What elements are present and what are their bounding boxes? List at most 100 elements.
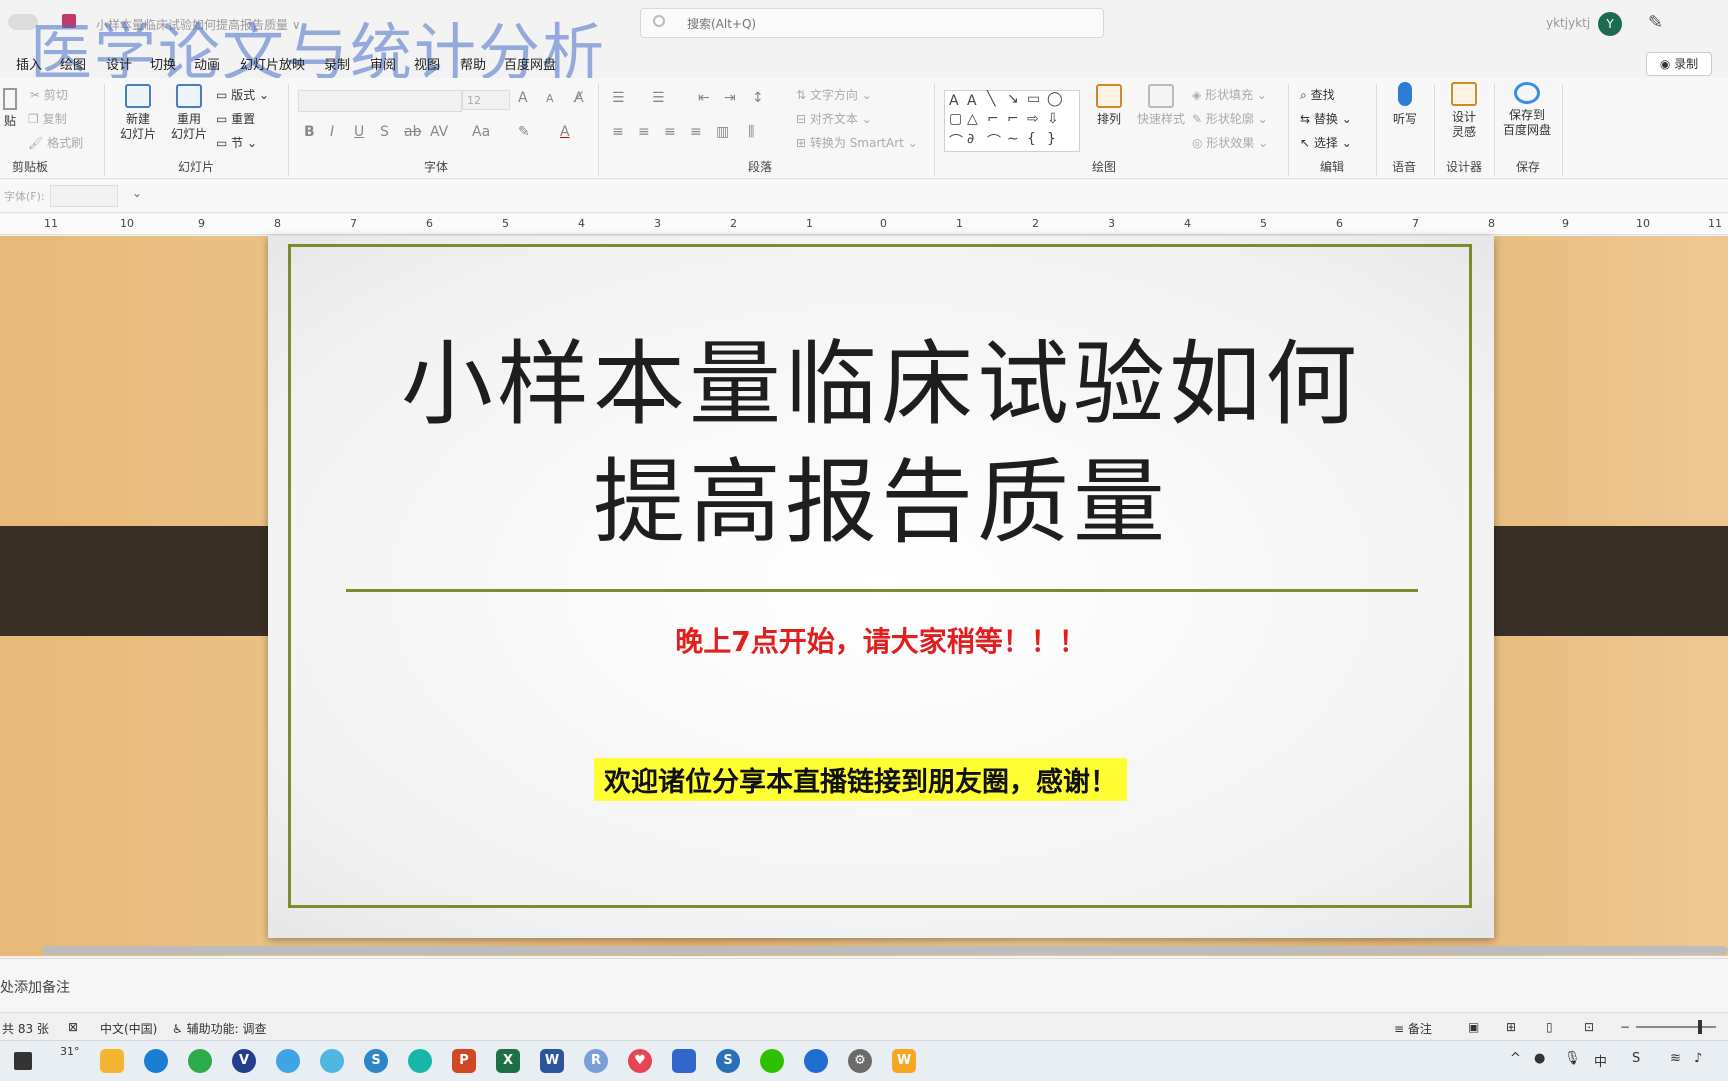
blue-app2-icon[interactable]: S: [716, 1049, 740, 1073]
slide-share-text[interactable]: 欢迎诸位分享本直播链接到朋友圈，感谢！: [594, 758, 1127, 801]
notes-button[interactable]: ≡ 备注: [1394, 1020, 1432, 1037]
reset-button[interactable]: ▭ 重置: [216, 110, 255, 127]
sogou-icon[interactable]: S: [364, 1049, 388, 1073]
reuse-slide-button[interactable]: 重用 幻灯片: [168, 84, 210, 142]
tab-slideshow[interactable]: 幻灯片放映: [240, 54, 305, 73]
globe-icon[interactable]: [276, 1049, 300, 1073]
triangle-shape-icon[interactable]: △: [967, 111, 978, 127]
tab-insert[interactable]: 插入: [16, 54, 42, 73]
increase-indent-icon[interactable]: ⇥: [724, 90, 736, 106]
font-name-select[interactable]: [298, 90, 462, 112]
shape-fill-button[interactable]: ◈ 形状填充 ⌄: [1192, 86, 1267, 103]
shape-outline-button[interactable]: ✎ 形状轮廓 ⌄: [1192, 110, 1268, 127]
format-painter-button[interactable]: 🖌 格式刷: [28, 134, 83, 151]
decrease-indent-icon[interactable]: ⇤: [698, 90, 710, 106]
language-status[interactable]: 中文(中国): [100, 1020, 157, 1037]
arrow-shape-icon[interactable]: ↘: [1007, 91, 1019, 107]
pen-icon[interactable]: ✎: [1648, 12, 1663, 33]
tab-review[interactable]: 审阅: [370, 54, 396, 73]
orange-app-icon[interactable]: W: [892, 1049, 916, 1073]
search-box[interactable]: [640, 8, 1104, 38]
tab-help[interactable]: 帮助: [460, 54, 486, 73]
smartart-button[interactable]: ⊞ 转换为 SmartArt ⌄: [796, 134, 918, 151]
zoom-slider-thumb[interactable]: [1698, 1020, 1702, 1034]
app-icon[interactable]: [408, 1049, 432, 1073]
bold-icon[interactable]: B: [304, 124, 315, 140]
justify-icon[interactable]: ≡: [690, 124, 702, 140]
excel-icon[interactable]: X: [496, 1049, 520, 1073]
scribble-shape-icon[interactable]: ∂: [967, 131, 974, 147]
quick-styles-button[interactable]: 快速样式: [1136, 84, 1186, 127]
rectangle-shape-icon[interactable]: ▭: [1027, 91, 1040, 107]
design-ideas-button[interactable]: 设计 灵感: [1444, 82, 1484, 140]
customize-toolbar-icon[interactable]: ⌄: [132, 186, 142, 200]
elbow-shape-icon[interactable]: ⌐: [1007, 111, 1019, 127]
slideshow-icon[interactable]: ⊡: [1584, 1020, 1594, 1034]
v-app-icon[interactable]: V: [232, 1049, 256, 1073]
grow-font-icon[interactable]: A: [518, 90, 528, 106]
blue-app3-icon[interactable]: [804, 1049, 828, 1073]
slide-notice-text[interactable]: 晚上7点开始，请大家稍等！！！: [268, 620, 1494, 660]
username[interactable]: yktjyktj: [1546, 16, 1590, 30]
tray-app-icon[interactable]: ●: [1534, 1051, 1545, 1066]
r-icon[interactable]: R: [584, 1049, 608, 1073]
new-slide-button[interactable]: 新建 幻灯片: [114, 84, 162, 142]
start-icon[interactable]: [14, 1052, 32, 1070]
file-explorer-icon[interactable]: [100, 1049, 124, 1073]
wifi-icon[interactable]: ≋: [1670, 1051, 1681, 1066]
browser-icon[interactable]: [188, 1049, 212, 1073]
brace-left-shape-icon[interactable]: {: [1027, 131, 1036, 147]
italic-icon[interactable]: I: [330, 124, 334, 140]
red-app-icon[interactable]: ♥: [628, 1049, 652, 1073]
slide-sorter-icon[interactable]: ⊞: [1506, 1020, 1516, 1034]
right-arrow-shape-icon[interactable]: ⇨: [1027, 111, 1039, 127]
highlight-icon[interactable]: ✎: [518, 124, 530, 140]
clear-format-icon[interactable]: A̸: [574, 90, 584, 106]
down-arrow-shape-icon[interactable]: ⇩: [1047, 111, 1059, 127]
char-spacing-icon[interactable]: AV: [430, 124, 448, 140]
zoom-out-icon[interactable]: −: [1620, 1020, 1630, 1034]
change-case-icon[interactable]: Aa: [472, 124, 490, 140]
tray-chevron-icon[interactable]: ^: [1510, 1051, 1521, 1066]
font-field-select[interactable]: [50, 185, 118, 207]
copy-button[interactable]: ❐ 复制: [28, 110, 67, 127]
curve-shape-icon[interactable]: ∼: [1007, 131, 1019, 147]
replace-button[interactable]: ⇆ 替换 ⌄: [1300, 110, 1352, 127]
section-button[interactable]: ▭ 节 ⌄: [216, 134, 257, 151]
horizontal-scrollbar[interactable]: [42, 946, 1728, 955]
shadow-icon[interactable]: S: [380, 124, 389, 140]
vertical-textbox-shape-icon[interactable]: A: [967, 93, 977, 109]
blue-app-icon[interactable]: [672, 1049, 696, 1073]
shapes-gallery[interactable]: A A ╲ ↘ ▭ ◯ ▢ △ ⌐ ⌐ ⇨ ⇩ ⌒ ∂ ⌒ ∼ { }: [944, 90, 1080, 152]
tab-view[interactable]: 视图: [414, 54, 440, 73]
align-text-button[interactable]: ⊟ 对齐文本 ⌄: [796, 110, 872, 127]
volume-icon[interactable]: ♪: [1694, 1051, 1702, 1066]
connector-shape-icon[interactable]: ⌐: [987, 111, 999, 127]
zoom-slider[interactable]: [1636, 1026, 1716, 1028]
align-left-icon[interactable]: ≡: [612, 124, 624, 140]
text-direction-button[interactable]: ⇅ 文字方向 ⌄: [796, 86, 872, 103]
current-slide[interactable]: 小样本量临床试验如何 提高报告质量 晚上7点开始，请大家稍等！！！ 欢迎诸位分享…: [268, 236, 1494, 938]
arrange-button[interactable]: 排列: [1092, 84, 1126, 127]
bullets-icon[interactable]: ☰: [612, 90, 625, 106]
tab-record[interactable]: 录制: [324, 54, 350, 73]
oval-shape-icon[interactable]: ◯: [1047, 91, 1063, 107]
line-shape-icon[interactable]: ╲: [987, 91, 995, 107]
word-icon[interactable]: W: [540, 1049, 564, 1073]
layout-button[interactable]: ▭ 版式 ⌄: [216, 86, 269, 103]
settings-icon[interactable]: ⚙: [848, 1049, 872, 1073]
search-input[interactable]: [685, 13, 1069, 35]
freeform-shape-icon[interactable]: ⌒: [949, 131, 963, 151]
normal-view-icon[interactable]: ▣: [1468, 1020, 1479, 1034]
ime-icon[interactable]: 中: [1594, 1051, 1607, 1070]
reading-view-icon[interactable]: ▯: [1546, 1020, 1553, 1034]
align-center-icon[interactable]: ≡: [638, 124, 650, 140]
strikethrough-icon[interactable]: ab: [404, 124, 421, 140]
weather-widget[interactable]: 31°: [60, 1045, 80, 1058]
slide-title[interactable]: 小样本量临床试验如何 提高报告质量: [308, 326, 1454, 562]
baidu-netdisk-icon[interactable]: [320, 1049, 344, 1073]
notes-pane[interactable]: 处添加备注: [0, 958, 1728, 1013]
arc-shape-icon[interactable]: ⌒: [987, 131, 1001, 151]
edge-icon[interactable]: [144, 1049, 168, 1073]
accessibility-status[interactable]: ♿ 辅助功能: 调查: [172, 1020, 266, 1037]
